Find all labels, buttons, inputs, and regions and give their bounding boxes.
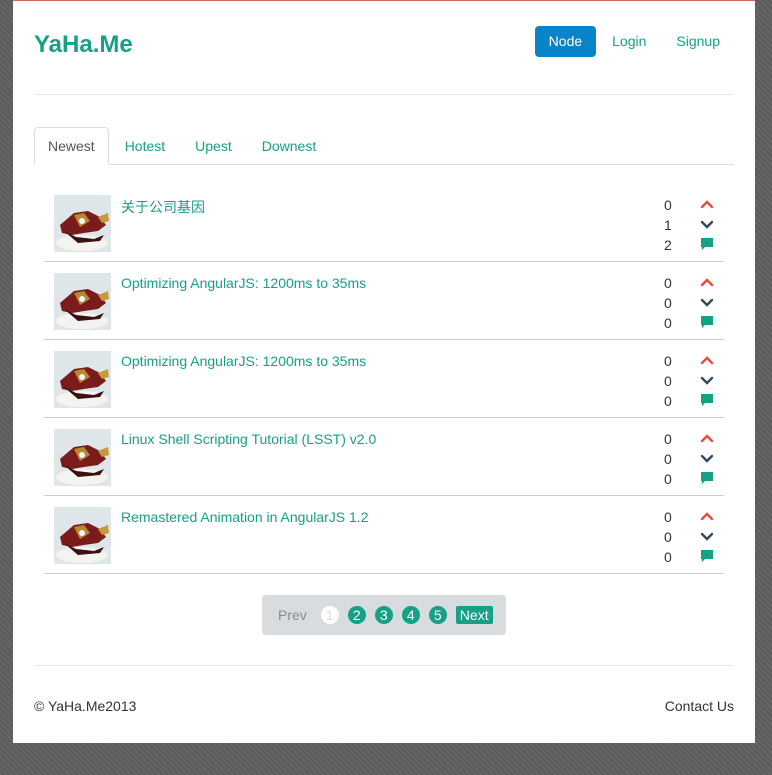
post-title[interactable]: 关于公司基因 — [121, 197, 205, 217]
post-counts: 0 1 2 — [664, 195, 676, 255]
comment-icon[interactable] — [699, 234, 715, 254]
comment-icon[interactable] — [699, 390, 715, 410]
tab-hotest[interactable]: Hotest — [111, 127, 179, 165]
page-4[interactable]: 4 — [401, 606, 420, 624]
downvote-count: 1 — [664, 217, 672, 233]
comment-count: 2 — [664, 237, 672, 253]
comment-icon[interactable] — [699, 312, 715, 332]
chevron-up-icon[interactable] — [699, 194, 715, 214]
tab-newest[interactable]: Newest — [34, 127, 109, 165]
chevron-up-icon[interactable] — [699, 428, 715, 448]
avatar[interactable] — [54, 429, 111, 486]
comment-count: 0 — [664, 315, 672, 331]
pagination: Prev 1 2 3 4 5 Next — [262, 595, 506, 635]
chevron-up-icon[interactable] — [699, 350, 715, 370]
post-row: 关于公司基因 0 1 2 — [44, 184, 724, 262]
comment-count: 0 — [664, 471, 672, 487]
comment-icon[interactable] — [699, 468, 715, 488]
site-footer: © YaHa.Me2013 Contact Us — [34, 665, 734, 725]
comment-icon[interactable] — [699, 546, 715, 566]
avatar[interactable] — [54, 273, 111, 330]
page-2[interactable]: 2 — [347, 606, 366, 624]
chevron-down-icon[interactable] — [699, 448, 715, 468]
post-row: Remastered Animation in AngularJS 1.2 0 0 0 — [44, 496, 724, 574]
post-actions — [699, 272, 715, 332]
chevron-up-icon[interactable] — [699, 506, 715, 526]
post-title[interactable]: Linux Shell Scripting Tutorial (LSST) v2… — [121, 431, 376, 447]
comment-count: 0 — [664, 393, 672, 409]
post-title[interactable]: Remastered Animation in AngularJS 1.2 — [121, 509, 368, 525]
brand-logo[interactable]: YaHa.Me — [34, 31, 133, 59]
downvote-count: 0 — [664, 295, 672, 311]
chevron-down-icon[interactable] — [699, 526, 715, 546]
downvote-count: 0 — [664, 529, 672, 545]
page-5[interactable]: 5 — [428, 606, 447, 624]
comment-count: 0 — [664, 549, 672, 565]
post-row: Optimizing AngularJS: 1200ms to 35ms 0 0 0 — [44, 340, 724, 418]
contact-link[interactable]: Contact Us — [665, 698, 734, 714]
avatar[interactable] — [54, 195, 111, 252]
prev-page[interactable]: Prev — [278, 607, 307, 623]
downvote-count: 0 — [664, 373, 672, 389]
tab-downest[interactable]: Downest — [248, 127, 330, 165]
upvote-count: 0 — [664, 353, 672, 369]
downvote-count: 0 — [664, 451, 672, 467]
post-actions — [699, 428, 715, 488]
page-card: YaHa.Me Node Login Signup Newest Hotest … — [13, 0, 755, 743]
nav-login[interactable]: Login — [598, 26, 660, 57]
upvote-count: 0 — [664, 431, 672, 447]
top-nav: Node Login Signup — [533, 26, 734, 57]
nav-node[interactable]: Node — [534, 26, 597, 57]
post-counts: 0 0 0 — [664, 351, 676, 411]
post-counts: 0 0 0 — [664, 429, 676, 489]
upvote-count: 0 — [664, 197, 672, 213]
copyright-text: © YaHa.Me2013 — [34, 698, 137, 714]
post-row: Optimizing AngularJS: 1200ms to 35ms 0 0 0 — [44, 262, 724, 340]
avatar[interactable] — [54, 507, 111, 564]
post-actions — [699, 194, 715, 254]
post-row: Linux Shell Scripting Tutorial (LSST) v2… — [44, 418, 724, 496]
upvote-count: 0 — [664, 509, 672, 525]
post-counts: 0 0 0 — [664, 507, 676, 567]
post-title[interactable]: Optimizing AngularJS: 1200ms to 35ms — [121, 275, 366, 291]
upvote-count: 0 — [664, 275, 672, 291]
post-actions — [699, 506, 715, 566]
page-3[interactable]: 3 — [374, 606, 393, 624]
post-title[interactable]: Optimizing AngularJS: 1200ms to 35ms — [121, 353, 366, 369]
sort-tabs: Newest Hotest Upest Downest — [34, 127, 734, 165]
post-list: 关于公司基因 0 1 2 Optimizing AngularJS: 1200ms to… — [44, 184, 724, 574]
chevron-up-icon[interactable] — [699, 272, 715, 292]
nav-signup[interactable]: Signup — [662, 26, 734, 57]
tab-upest[interactable]: Upest — [181, 127, 246, 165]
page-1[interactable]: 1 — [320, 606, 339, 624]
next-page[interactable]: Next — [455, 606, 493, 624]
chevron-down-icon[interactable] — [699, 214, 715, 234]
post-actions — [699, 350, 715, 410]
avatar[interactable] — [54, 351, 111, 408]
site-header: YaHa.Me Node Login Signup — [34, 1, 734, 95]
chevron-down-icon[interactable] — [699, 292, 715, 312]
post-counts: 0 0 0 — [664, 273, 676, 333]
chevron-down-icon[interactable] — [699, 370, 715, 390]
